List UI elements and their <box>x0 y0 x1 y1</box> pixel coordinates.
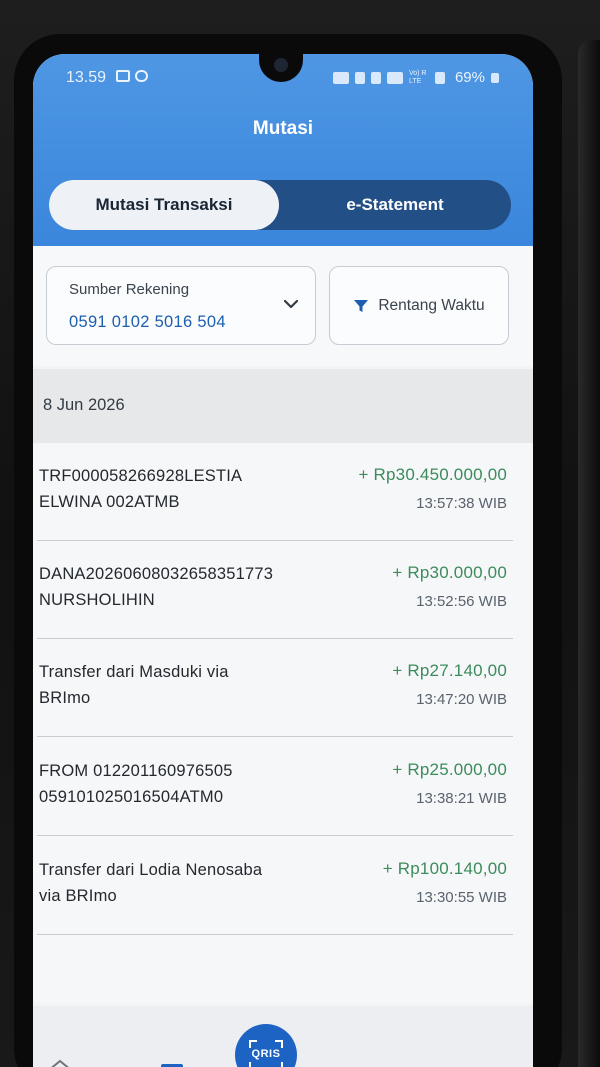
transaction-row[interactable]: DANA20260608032658351773 NURSHOLIHIN + R… <box>33 541 533 639</box>
second-phone-edge <box>578 40 600 1067</box>
row-divider <box>37 934 513 935</box>
account-number: 0591 0102 5016 504 <box>69 313 226 331</box>
notification-icons <box>116 70 148 82</box>
qris-button[interactable]: QRIS <box>235 1024 297 1067</box>
transaction-list: TRF000058266928LESTIA ELWINA 002ATMB + R… <box>33 443 533 1003</box>
transaction-description: FROM 012201160976505 059101025016504ATM0 <box>39 762 233 806</box>
network-label: Vo) R LTE <box>408 69 427 85</box>
status-time: 13.59 <box>66 69 107 86</box>
battery-percentage: 69% <box>454 69 485 86</box>
date-range-label: Rentang Waktu <box>378 296 485 314</box>
qris-label: QRIS <box>251 1048 281 1060</box>
signal-icon <box>434 71 445 84</box>
transaction-time: 13:52:56 WIB <box>416 593 507 610</box>
status-right: Vo) R LTE 69% <box>332 69 499 86</box>
row-divider <box>37 835 513 836</box>
date-range-button[interactable]: Rentang Waktu <box>329 266 509 345</box>
tab-switcher: Mutasi Transaksi e-Statement <box>49 180 511 230</box>
home-icon[interactable] <box>47 1058 73 1067</box>
bottom-navigation: QRIS <box>33 1006 533 1067</box>
alarm-icon <box>354 71 365 84</box>
tab-e-statement[interactable]: e-Statement <box>279 180 511 230</box>
transaction-amount: + Rp30.000,00 <box>392 563 507 582</box>
qris-corner <box>249 1040 257 1048</box>
battery-icon <box>491 72 499 83</box>
transaction-description: DANA20260608032658351773 NURSHOLIHIN <box>39 565 274 609</box>
wifi-icon <box>386 71 403 84</box>
transaction-description: Transfer dari Masduki via BRImo <box>39 663 229 707</box>
qris-corner <box>275 1062 283 1067</box>
tab-mutasi-transaksi[interactable]: Mutasi Transaksi <box>49 180 279 230</box>
transaction-time: 13:30:55 WIB <box>416 889 507 906</box>
key-icon <box>332 71 349 84</box>
transaction-amount: + Rp30.450.000,00 <box>358 465 507 484</box>
transaction-time: 13:47:20 WIB <box>416 691 507 708</box>
mute-icon <box>370 71 381 84</box>
row-divider <box>37 736 513 737</box>
chevron-down-icon <box>283 299 299 309</box>
app-header: 13.59 Vo) R LTE 69% Mutasi Mutasi Transa… <box>33 54 533 246</box>
page-title: Mutasi <box>252 118 314 139</box>
transaction-time: 13:38:21 WIB <box>416 790 507 807</box>
filter-section: Sumber Rekening 0591 0102 5016 504 Renta… <box>33 246 533 366</box>
transaction-row[interactable]: TRF000058266928LESTIA ELWINA 002ATMB + R… <box>33 443 533 541</box>
date-group-label: 8 Jun 2026 <box>43 396 125 414</box>
gallery-notification-icon <box>116 70 130 82</box>
qris-icon: QRIS <box>249 1040 283 1067</box>
transaction-amount: + Rp25.000,00 <box>392 760 507 779</box>
qris-corner <box>249 1062 257 1067</box>
transaction-row[interactable]: Transfer dari Lodia Nenosaba via BRImo +… <box>33 837 533 935</box>
filter-icon <box>354 299 369 312</box>
transaction-description: Transfer dari Lodia Nenosaba via BRImo <box>39 861 263 905</box>
account-source-dropdown[interactable]: Sumber Rekening 0591 0102 5016 504 <box>46 266 316 345</box>
app-screen: 13.59 Vo) R LTE 69% Mutasi Mutasi Transa… <box>33 54 533 1067</box>
front-camera <box>274 58 288 72</box>
transaction-row[interactable]: Transfer dari Masduki via BRImo + Rp27.1… <box>33 639 533 737</box>
transaction-time: 13:57:38 WIB <box>416 495 507 512</box>
account-source-label: Sumber Rekening <box>69 281 190 298</box>
transaction-row[interactable]: FROM 012201160976505 059101025016504ATM0… <box>33 738 533 836</box>
date-group-header: 8 Jun 2026 <box>33 369 533 443</box>
transaction-amount: + Rp100.140,00 <box>382 859 507 878</box>
app-notification-icon <box>135 70 148 82</box>
transaction-description: TRF000058266928LESTIA ELWINA 002ATMB <box>39 467 243 511</box>
transaction-amount: + Rp27.140,00 <box>392 661 507 680</box>
qris-corner <box>275 1040 283 1048</box>
